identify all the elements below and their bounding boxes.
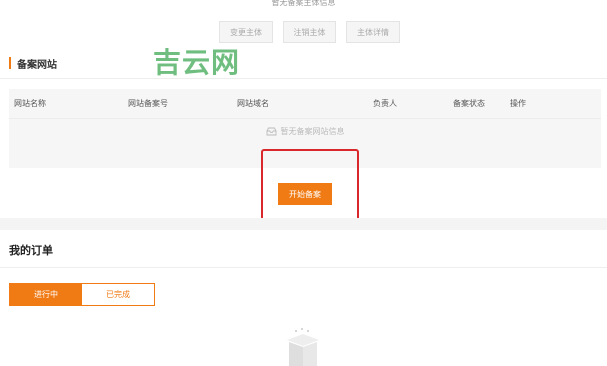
- subject-actions: 变更主体 注销主体 主体详情: [219, 21, 400, 43]
- empty-text: 暂无备案网站信息: [280, 127, 345, 136]
- watermark-logo: 吉云网: [153, 41, 240, 81]
- website-section-title: 备案网站: [17, 59, 57, 71]
- watermark-text: 吉云网: [153, 46, 241, 79]
- col-site-name: 网站名称: [14, 99, 46, 108]
- tab-in-progress[interactable]: 进行中: [10, 284, 82, 305]
- col-domain: 网站域名: [237, 99, 269, 108]
- col-record-number: 网站备案号: [128, 99, 168, 108]
- col-owner: 负责人: [373, 99, 397, 108]
- section-divider: [0, 78, 607, 79]
- table-empty-state: 暂无备案网站信息: [9, 126, 601, 137]
- subject-empty-note: 暂无备案主体信息: [271, 0, 336, 7]
- orders-divider: [0, 267, 607, 268]
- section-separator: [0, 218, 607, 230]
- table-header: 网站名称 网站备案号 网站域名 负责人 备案状态 操作: [9, 89, 601, 119]
- inbox-icon: [266, 127, 276, 136]
- cancel-subject-button[interactable]: 注销主体: [283, 21, 336, 43]
- change-subject-button[interactable]: 变更主体: [219, 21, 273, 43]
- orders-section-title: 我的订单: [9, 244, 53, 257]
- col-actions: 操作: [510, 99, 526, 108]
- website-section-header: 备案网站: [9, 56, 57, 71]
- col-status: 备案状态: [453, 99, 485, 108]
- subject-detail-button[interactable]: 主体详情: [346, 21, 400, 43]
- empty-box-icon: [287, 328, 319, 366]
- tab-completed[interactable]: 已完成: [82, 284, 154, 305]
- section-accent-bar: [9, 57, 11, 69]
- start-filing-button[interactable]: 开始备案: [278, 183, 332, 205]
- order-tabs: 进行中 已完成: [9, 283, 155, 306]
